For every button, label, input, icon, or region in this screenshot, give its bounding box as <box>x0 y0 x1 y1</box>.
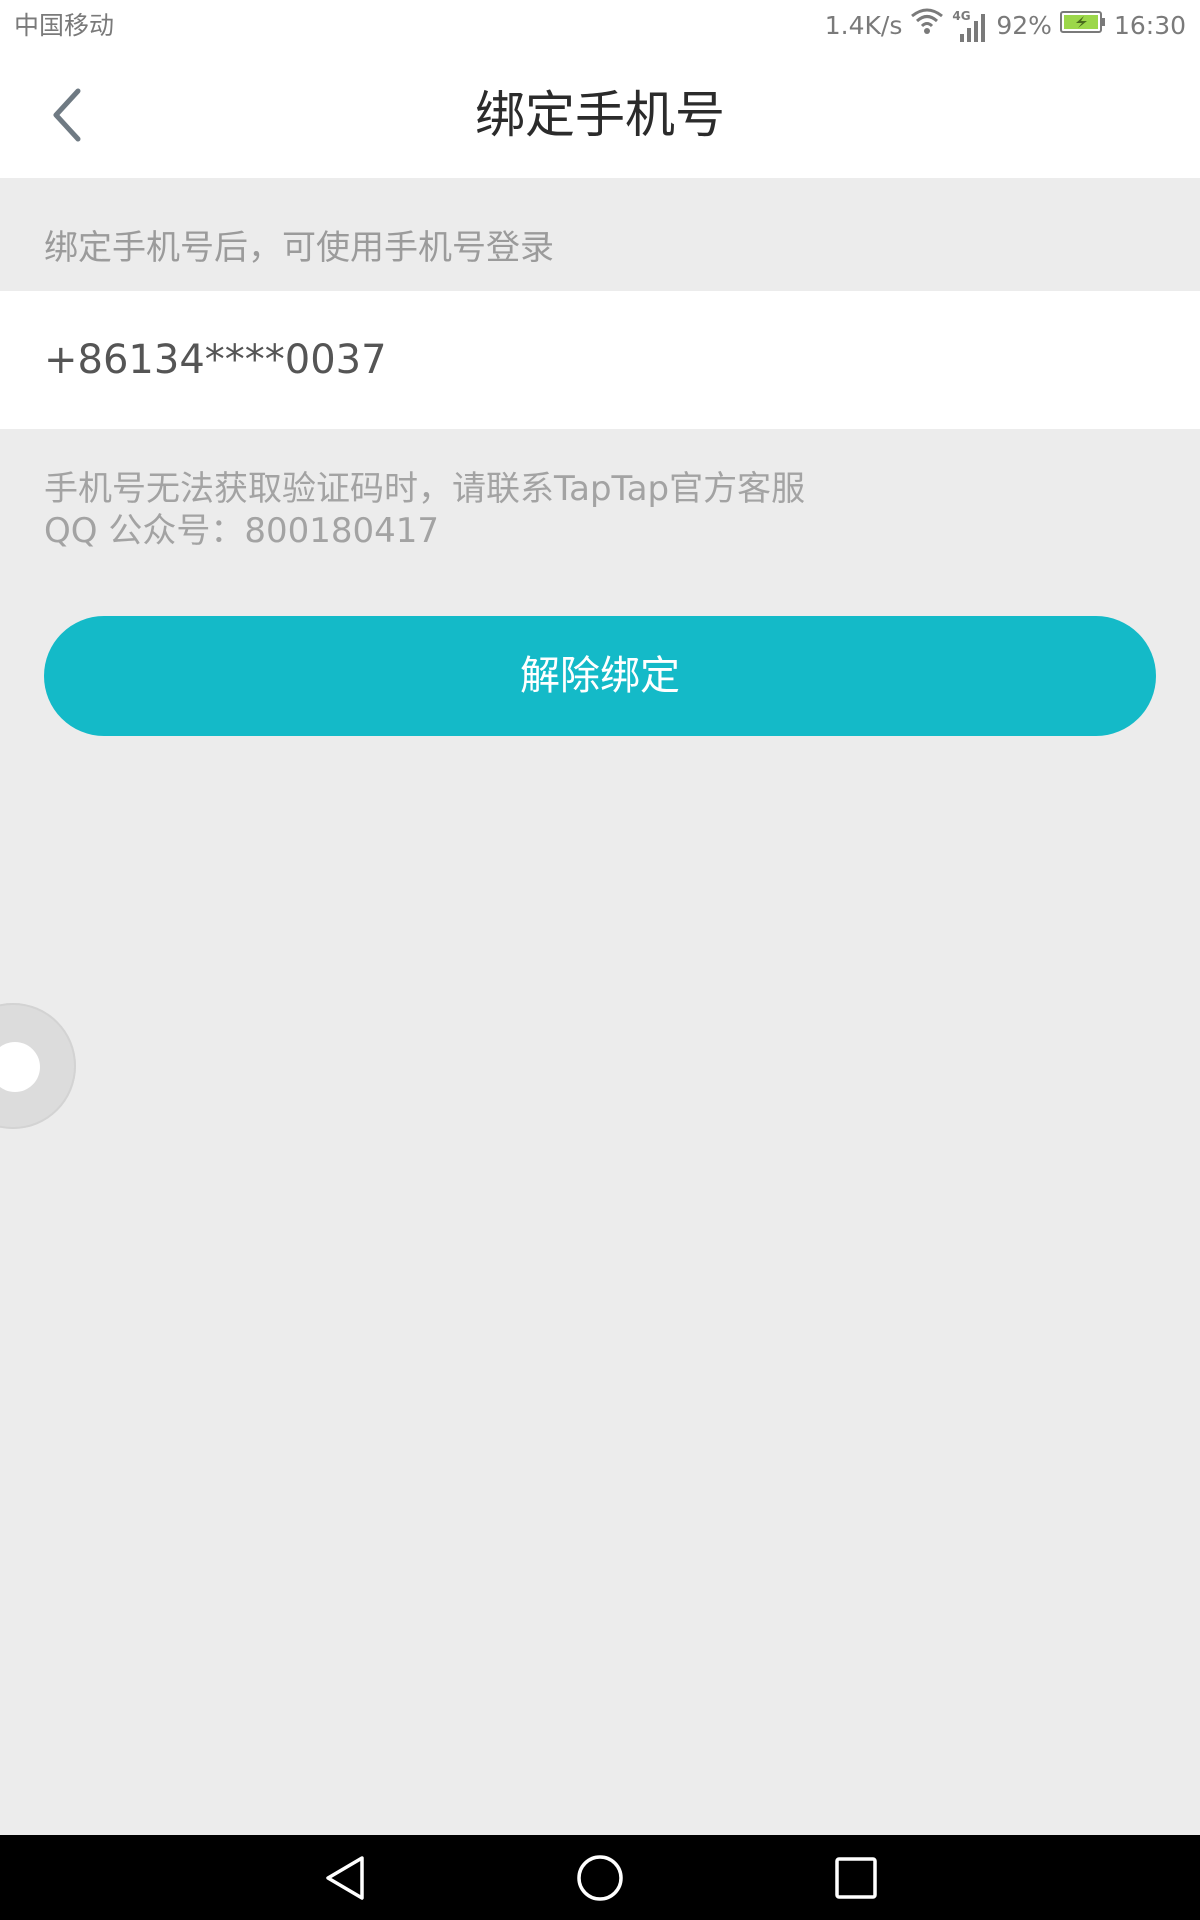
battery-icon <box>1059 8 1106 44</box>
support-line-2: QQ 公众号：800180417 <box>44 511 440 551</box>
carrier-name: 中国移动 <box>14 11 115 40</box>
header: 绑定手机号 <box>0 52 1200 178</box>
floating-assistive-ball[interactable] <box>0 1003 76 1129</box>
clock: 16:30 <box>1113 11 1186 40</box>
bind-hint-text: 绑定手机号后，可使用手机号登录 <box>44 228 554 268</box>
status-indicators: 1.4K/s 4G 92% 16:30 <box>825 8 1186 44</box>
support-line-1: 手机号无法获取验证码时，请联系TapTap官方客服 <box>44 469 806 509</box>
wifi-icon <box>910 7 944 45</box>
support-info: 手机号无法获取验证码时，请联系TapTap官方客服 QQ 公众号：8001804… <box>44 468 805 552</box>
screen: 中国移动 1.4K/s 4G 92% 16:30 绑定手机号 绑定手机号后，可使… <box>0 0 1200 1920</box>
network-speed: 1.4K/s <box>824 11 903 40</box>
back-arrow-icon <box>53 88 81 142</box>
floating-ball-dot <box>0 1042 40 1092</box>
nav-recents-icon <box>835 1857 877 1899</box>
back-button[interactable] <box>40 82 94 148</box>
unbind-button[interactable]: 解除绑定 <box>44 616 1156 736</box>
navigation-bar <box>0 1835 1200 1920</box>
nav-home-icon <box>577 1855 623 1901</box>
phone-number: +86134****0037 <box>44 337 387 383</box>
signal-icon: 4G <box>952 8 988 44</box>
page-title: 绑定手机号 <box>475 86 725 144</box>
nav-back-icon <box>326 1856 364 1900</box>
nav-home-button[interactable] <box>575 1853 625 1903</box>
phone-number-row: +86134****0037 <box>0 291 1200 429</box>
battery-percent: 92% <box>996 11 1052 40</box>
nav-recents-button[interactable] <box>831 1853 881 1903</box>
status-bar: 中国移动 1.4K/s 4G 92% 16:30 <box>0 0 1200 52</box>
nav-back-button[interactable] <box>320 1853 370 1903</box>
